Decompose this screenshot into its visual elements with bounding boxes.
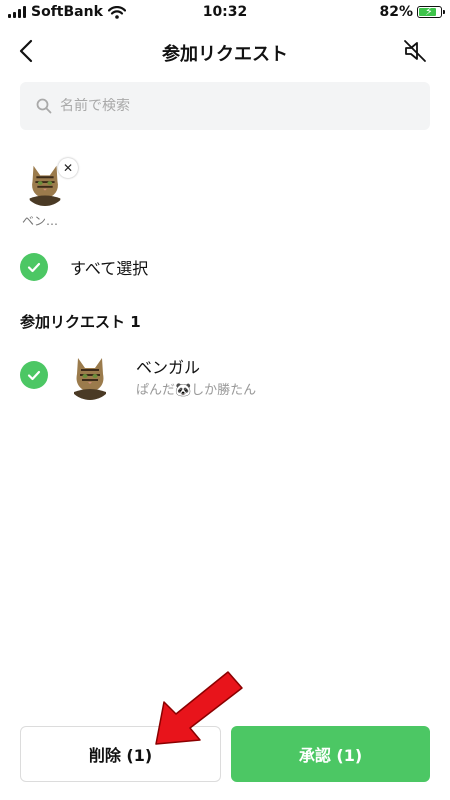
close-icon: ✕ xyxy=(62,161,74,175)
page-title: 参加リクエスト xyxy=(162,44,288,65)
checkmark-icon xyxy=(27,370,41,381)
search-icon xyxy=(36,98,52,114)
selected-member-name: ベン… xyxy=(22,214,59,228)
remove-selected-button[interactable]: ✕ xyxy=(58,158,78,178)
battery-icon: ⚡ xyxy=(417,5,445,18)
select-all-checkbox[interactable] xyxy=(20,253,48,281)
signal-icon xyxy=(8,6,26,18)
member-status-message: ぱんだ🐼しか勝たん xyxy=(136,383,257,398)
carrier-name: SoftBank xyxy=(31,4,103,20)
section-title: 参加リクエスト 1 xyxy=(20,313,141,331)
selected-member-chip[interactable]: ✕ ベン… xyxy=(22,158,78,229)
select-all-row[interactable]: すべて選択 xyxy=(20,253,148,281)
status-left: SoftBank xyxy=(8,4,126,20)
status-right: 82% ⚡ xyxy=(379,4,445,20)
approve-button[interactable]: 承認 (1) xyxy=(231,726,430,782)
mute-button[interactable] xyxy=(402,38,428,64)
nav-bar: 参加リクエスト xyxy=(0,28,450,74)
search-input[interactable] xyxy=(60,98,400,114)
delete-button[interactable]: 削除 (1) xyxy=(20,726,221,782)
wifi-icon xyxy=(107,5,126,19)
speaker-muted-icon xyxy=(404,40,426,62)
member-name: ベンガル xyxy=(136,358,201,377)
charging-icon: ⚡ xyxy=(425,5,433,18)
select-all-label: すべて選択 xyxy=(70,259,149,278)
list-item[interactable]: ベンガル ぱんだ🐼しか勝たん xyxy=(20,348,430,404)
status-bar: SoftBank 10:32 82% ⚡ xyxy=(0,0,450,26)
cat-avatar-image xyxy=(66,352,114,400)
avatar xyxy=(66,352,114,400)
checkmark-icon xyxy=(27,262,41,273)
search-bar[interactable] xyxy=(20,82,430,130)
member-checkbox[interactable] xyxy=(20,361,48,389)
action-bar: 削除 (1) 承認 (1) xyxy=(20,726,430,782)
battery-percent: 82% xyxy=(379,4,413,20)
